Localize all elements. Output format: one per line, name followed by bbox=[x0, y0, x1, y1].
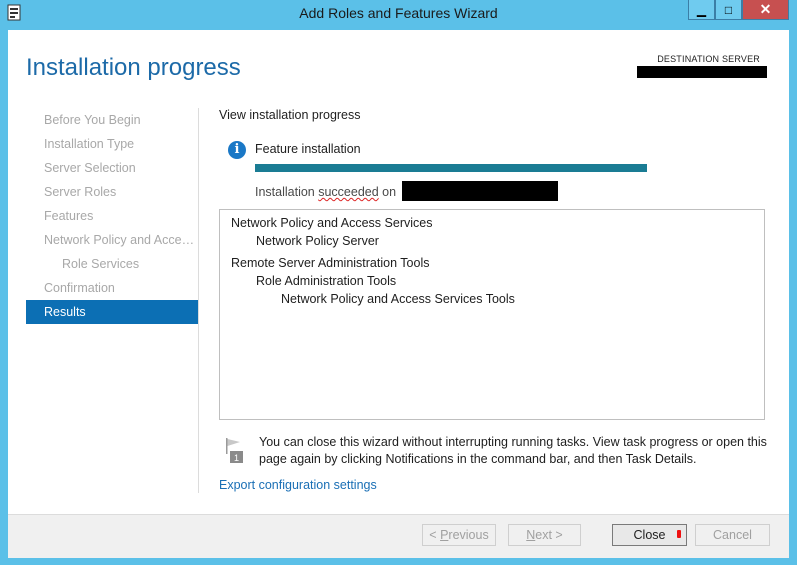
window-title: Add Roles and Features Wizard bbox=[299, 5, 498, 21]
wizard-client-area: Installation progress DESTINATION SERVER… bbox=[8, 30, 789, 558]
nav-item-before-you-begin: Before You Begin bbox=[44, 113, 141, 127]
title-bar[interactable]: Add Roles and Features Wizard ▁ □ ✕ bbox=[0, 0, 797, 26]
minimize-button[interactable]: ▁ bbox=[688, 0, 715, 20]
wizard-window: Add Roles and Features Wizard ▁ □ ✕ Inst… bbox=[0, 0, 797, 565]
nav-item-server-roles: Server Roles bbox=[44, 185, 117, 199]
section-label: View installation progress bbox=[219, 108, 361, 122]
wizard-nav: Before You Begin Installation Type Serve… bbox=[26, 108, 198, 324]
cancel-button[interactable]: Cancel bbox=[695, 524, 770, 546]
page-title: Installation progress bbox=[26, 54, 241, 81]
nav-item-results[interactable]: Results bbox=[26, 300, 198, 324]
nav-item-server-selection: Server Selection bbox=[44, 161, 136, 175]
notification-flag-icon: 1 bbox=[226, 438, 243, 463]
status-prefix: Installation bbox=[255, 185, 319, 199]
installation-status: Installation succeeded on bbox=[255, 181, 558, 201]
nav-divider bbox=[198, 108, 199, 493]
list-item: Remote Server Administration Tools bbox=[231, 256, 430, 270]
server-name-redacted bbox=[401, 181, 558, 201]
info-icon: i bbox=[228, 141, 246, 159]
list-item: Network Policy Server bbox=[256, 234, 379, 248]
close-wizard-note: You can close this wizard without interr… bbox=[259, 435, 767, 466]
list-item: Role Administration Tools bbox=[256, 274, 397, 288]
maximize-button[interactable]: □ bbox=[715, 0, 742, 20]
cursor-mark bbox=[677, 530, 681, 538]
destination-server-label: DESTINATION SERVER bbox=[657, 54, 760, 64]
nav-item-installation-type: Installation Type bbox=[44, 137, 135, 151]
results-list[interactable]: Network Policy and Access Services Netwo… bbox=[219, 209, 765, 420]
minimize-icon: ▁ bbox=[696, 2, 707, 17]
destination-server-redacted bbox=[637, 66, 767, 78]
status-suffix: on bbox=[378, 185, 397, 199]
close-window-button[interactable]: ✕ bbox=[742, 0, 789, 20]
previous-button[interactable]: < Previous bbox=[422, 524, 496, 546]
progress-fill bbox=[255, 164, 647, 172]
nav-item-role-services: Role Services bbox=[62, 257, 140, 271]
close-icon: ✕ bbox=[759, 1, 772, 17]
status-word: succeeded bbox=[318, 185, 379, 199]
installation-progress-bar bbox=[255, 164, 647, 172]
export-configuration-link[interactable]: Export configuration settings bbox=[219, 478, 377, 492]
feature-installation-label: Feature installation bbox=[255, 142, 361, 156]
maximize-icon: □ bbox=[724, 2, 733, 17]
list-item: Network Policy and Access Services bbox=[231, 216, 433, 230]
list-item: Network Policy and Access Services Tools bbox=[281, 292, 515, 306]
nav-item-network-policy: Network Policy and Acces... bbox=[44, 233, 198, 247]
next-button[interactable]: Next > bbox=[508, 524, 581, 546]
nav-item-confirmation: Confirmation bbox=[44, 281, 115, 295]
wizard-footer: < Previous Next > Close Cancel bbox=[8, 514, 789, 558]
notification-badge-count: 1 bbox=[234, 453, 239, 463]
nav-item-features: Features bbox=[44, 209, 94, 223]
close-button[interactable]: Close bbox=[612, 524, 687, 546]
